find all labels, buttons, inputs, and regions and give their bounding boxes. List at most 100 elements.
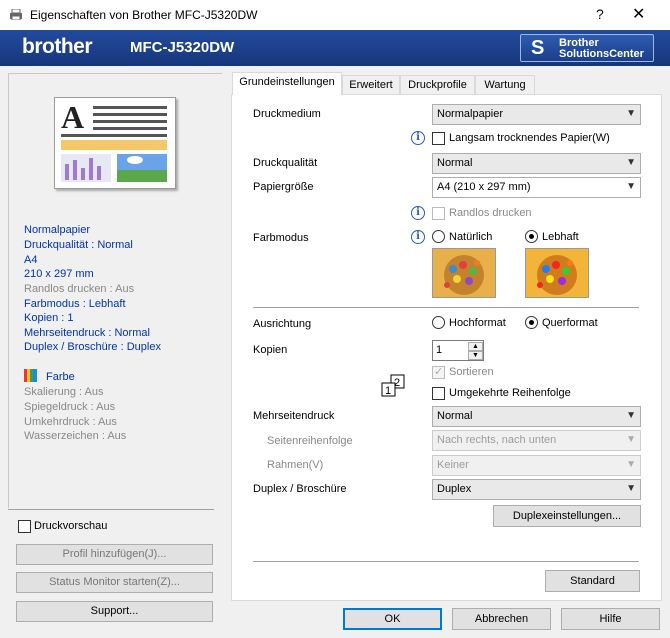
section-divider (253, 307, 639, 308)
tab-basic[interactable]: Grundeinstellungen (232, 72, 342, 95)
print-preview-label: Druckvorschau (34, 520, 108, 532)
slow-dry-label: Langsam trocknendes Papier(W) (449, 132, 610, 144)
copies-order-icon: 21 (381, 374, 407, 398)
quality-label: Druckqualität (253, 157, 318, 169)
summary-reverse: Umkehrdruck : Aus (24, 416, 117, 428)
portrait-radio[interactable] (432, 316, 445, 329)
brand-banner: brother MFC-J5320DW S Brother SolutionsC… (0, 30, 670, 66)
collate-label: Sortieren (449, 366, 494, 378)
ok-button[interactable]: OK (343, 608, 442, 630)
summary-copies: Kopien : 1 (24, 312, 74, 324)
chevron-down-icon: ▼ (626, 157, 636, 168)
paper-size-select[interactable]: A4 (210 x 297 mm) ▼ (432, 177, 641, 198)
page-order-value: Nach rechts, nach unten (437, 434, 557, 446)
media-value: Normalpapier (437, 108, 504, 120)
multipage-value: Normal (437, 410, 473, 422)
print-preview-checkbox[interactable] (18, 520, 31, 533)
summary-colormode: Farbmodus : Lebhaft (24, 298, 126, 310)
help-icon[interactable]: ? (596, 6, 604, 22)
portrait-label: Hochformat (449, 317, 506, 329)
summary-watermark: Wasserzeichen : Aus (24, 430, 127, 442)
svg-text:1: 1 (385, 385, 391, 397)
natural-label: Natürlich (449, 231, 493, 243)
copies-spinner[interactable]: 1 ▲ ▼ (432, 340, 484, 361)
multipage-label: Mehrseitendruck (253, 410, 335, 422)
summary-dimensions: 210 x 297 mm (24, 268, 94, 280)
info-icon[interactable]: i (411, 206, 425, 220)
info-icon[interactable]: i (411, 131, 425, 145)
printer-icon (9, 8, 23, 21)
media-select[interactable]: Normalpapier ▼ (432, 104, 641, 125)
page-preview: A (54, 97, 176, 189)
brother-logo: brother (22, 35, 93, 58)
vivid-sample-image (525, 248, 589, 298)
quality-value: Normal (437, 157, 473, 169)
support-button[interactable]: Support... (16, 601, 213, 622)
tab-maintenance[interactable]: Wartung (475, 75, 535, 95)
media-label: Druckmedium (253, 108, 321, 120)
paper-size-label: Papiergröße (253, 181, 314, 193)
borderless-label: Randlos drucken (449, 207, 532, 219)
paper-size-value: A4 (210 x 297 mm) (437, 181, 531, 193)
summary-media: Normalpapier (24, 224, 91, 236)
spin-down-icon[interactable]: ▼ (468, 351, 483, 360)
add-profile-button[interactable]: Profil hinzufügen(J)... (16, 544, 213, 565)
chevron-down-icon: ▼ (626, 410, 636, 421)
landscape-radio[interactable] (525, 316, 538, 329)
chevron-down-icon: ▼ (626, 181, 636, 192)
summary-quality: Druckqualität : Normal (24, 239, 133, 251)
summary-borderless: Randlos drucken : Aus (24, 283, 135, 295)
color-icon (24, 369, 37, 382)
window-title: Eigenschaften von Brother MFC-J5320DW (30, 8, 258, 22)
spin-up-icon[interactable]: ▲ (468, 342, 483, 351)
quality-select[interactable]: Normal ▼ (432, 153, 641, 174)
duplex-select[interactable]: Duplex ▼ (432, 479, 641, 500)
model-name: MFC-J5320DW (130, 39, 235, 56)
slow-dry-checkbox[interactable] (432, 132, 445, 145)
title-bar: Eigenschaften von Brother MFC-J5320DW ? … (0, 0, 670, 30)
border-select[interactable]: Keiner ▼ (432, 455, 641, 476)
multipage-select[interactable]: Normal ▼ (432, 406, 641, 427)
divider (8, 509, 214, 510)
reverse-order-checkbox[interactable] (432, 387, 445, 400)
duplex-settings-button[interactable]: Duplexeinstellungen... (493, 505, 641, 527)
copies-label: Kopien (253, 344, 288, 356)
copies-value: 1 (436, 344, 443, 356)
cancel-button[interactable]: Abbrechen (452, 608, 551, 630)
status-monitor-button[interactable]: Status Monitor starten(Z)... (16, 572, 213, 593)
chevron-down-icon: ▼ (626, 459, 636, 470)
summary-mirror: Spiegeldruck : Aus (24, 401, 116, 413)
border-label: Rahmen(V) (267, 459, 324, 471)
svg-text:A: A (61, 99, 84, 135)
solutions-line2: SolutionsCenter (559, 48, 644, 60)
checkmark-icon: ✓ (434, 366, 444, 378)
info-icon[interactable]: i (411, 230, 425, 244)
chevron-down-icon: ▼ (626, 108, 636, 119)
tab-profiles[interactable]: Druckprofile (400, 75, 475, 95)
vivid-label: Lebhaft (542, 231, 579, 243)
left-panel: A Normalpapier Druckqualität : Normal A4… (8, 73, 222, 629)
summary-size: A4 (24, 254, 38, 266)
reverse-order-label: Umgekehrte Reihenfolge (449, 387, 571, 399)
page-order-select[interactable]: Nach rechts, nach unten ▼ (432, 430, 641, 451)
default-button[interactable]: Standard (545, 570, 640, 592)
orientation-label: Ausrichtung (253, 318, 312, 330)
borderless-checkbox[interactable] (432, 207, 445, 220)
tab-advanced[interactable]: Erweitert (342, 75, 400, 95)
summary-multipage: Mehrseitendruck : Normal (24, 327, 150, 339)
vivid-radio[interactable] (525, 230, 538, 243)
close-icon[interactable]: ✕ (632, 4, 645, 24)
chevron-down-icon: ▼ (626, 434, 636, 445)
solutions-center-button[interactable]: S Brother SolutionsCenter (520, 34, 654, 62)
summary-scaling: Skalierung : Aus (24, 386, 104, 398)
landscape-label: Querformat (542, 317, 598, 329)
collate-checkbox[interactable]: ✓ (432, 366, 445, 379)
colormode-label: Farbmodus (253, 232, 309, 244)
natural-sample-image (432, 248, 496, 298)
help-button[interactable]: Hilfe (561, 608, 660, 630)
solutions-center-icon: S (531, 37, 545, 59)
natural-radio[interactable] (432, 230, 445, 243)
duplex-label: Duplex / Broschüre (253, 483, 347, 495)
page-order-label: Seitenreihenfolge (267, 435, 353, 447)
chevron-down-icon: ▼ (626, 483, 636, 494)
